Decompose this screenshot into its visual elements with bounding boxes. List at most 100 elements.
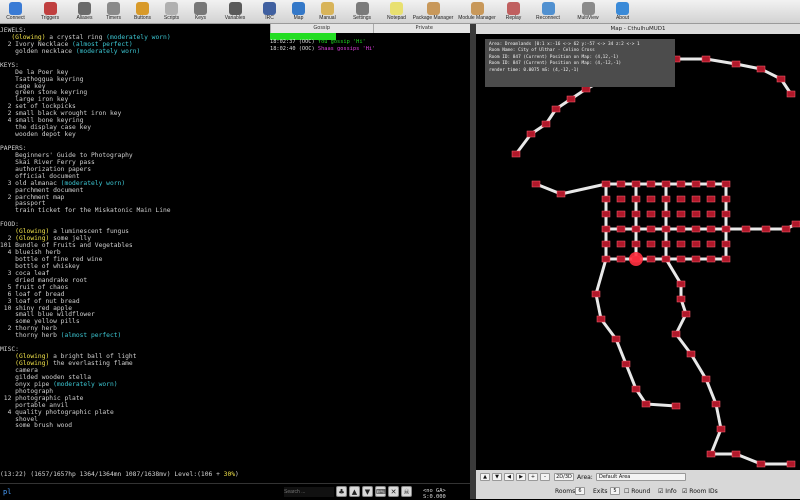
map-room[interactable] — [776, 75, 786, 83]
map-room[interactable] — [616, 255, 626, 263]
map-room[interactable] — [631, 180, 641, 188]
map-room[interactable] — [671, 402, 681, 410]
map-room[interactable] — [551, 105, 561, 113]
toolbar-variables-button[interactable]: Variables — [215, 0, 255, 23]
arrow-down-icon[interactable]: ▼ — [362, 486, 373, 497]
map-room[interactable] — [781, 225, 791, 233]
map-room[interactable] — [601, 180, 611, 188]
map-room[interactable] — [631, 210, 641, 218]
map-room[interactable] — [611, 335, 621, 343]
map-room[interactable] — [631, 225, 641, 233]
toolbar-reconnect-button[interactable]: Reconnect — [528, 0, 568, 23]
map-room[interactable] — [691, 225, 701, 233]
command-input[interactable]: pl — [3, 488, 11, 496]
map-room[interactable] — [721, 240, 731, 248]
map-room[interactable] — [706, 195, 716, 203]
map-room[interactable] — [601, 225, 611, 233]
map-room[interactable] — [616, 180, 626, 188]
map-room[interactable] — [706, 225, 716, 233]
map-room[interactable] — [676, 255, 686, 263]
map-room[interactable] — [786, 460, 796, 468]
map-room[interactable] — [706, 450, 716, 458]
map-room[interactable] — [706, 180, 716, 188]
map-room[interactable] — [616, 195, 626, 203]
keyboard-icon[interactable]: ⌨ — [375, 486, 386, 497]
map-room[interactable] — [721, 255, 731, 263]
map-zoom-out-button[interactable]: – — [540, 473, 550, 481]
map-room[interactable] — [526, 130, 536, 138]
map-room[interactable] — [661, 180, 671, 188]
map-room[interactable] — [676, 295, 686, 303]
map-room[interactable] — [601, 240, 611, 248]
toolbar-about-button[interactable]: About — [608, 0, 637, 23]
search-input[interactable] — [284, 487, 334, 497]
map-room[interactable] — [676, 195, 686, 203]
map-room[interactable] — [646, 180, 656, 188]
map-room[interactable] — [786, 90, 796, 98]
toolbar-buttons-button[interactable]: Buttons — [128, 0, 157, 23]
toolbar-aliases-button[interactable]: Aliases — [70, 0, 99, 23]
toolbar-settings-button[interactable]: Settings — [342, 0, 382, 23]
map-room[interactable] — [621, 360, 631, 368]
map-room[interactable] — [631, 240, 641, 248]
map-room[interactable] — [711, 400, 721, 408]
map-room[interactable] — [601, 255, 611, 263]
map-room[interactable] — [691, 240, 701, 248]
toolbar-package-manager-button[interactable]: Package Manager — [411, 0, 455, 23]
info-checkbox[interactable]: ☑ Info — [658, 488, 677, 495]
toolbar-manual-button[interactable]: Manual — [313, 0, 342, 23]
map-room[interactable] — [756, 65, 766, 73]
map-room[interactable] — [531, 180, 541, 188]
toolbar-irc-button[interactable]: IRC — [255, 0, 284, 23]
map-room[interactable] — [721, 180, 731, 188]
map-room[interactable] — [616, 210, 626, 218]
map-room[interactable] — [556, 190, 566, 198]
map-room[interactable] — [591, 290, 601, 298]
map-room[interactable] — [646, 240, 656, 248]
map-room[interactable] — [731, 450, 741, 458]
map-canvas[interactable] — [476, 34, 800, 484]
skull-icon[interactable]: ☠ — [401, 486, 412, 497]
map-room[interactable] — [721, 195, 731, 203]
map-room[interactable] — [691, 180, 701, 188]
map-room[interactable] — [661, 240, 671, 248]
map-room[interactable] — [691, 195, 701, 203]
map-room[interactable] — [646, 210, 656, 218]
tab-gossip[interactable]: Gossip — [270, 24, 373, 33]
map-room[interactable] — [716, 425, 726, 433]
map-room[interactable] — [676, 225, 686, 233]
toolbar-notepad-button[interactable]: Notepad — [382, 0, 411, 23]
view-mode-toggle[interactable]: 2D/3D — [554, 473, 574, 481]
map-room[interactable] — [661, 255, 671, 263]
close-icon[interactable]: ✕ — [388, 486, 399, 497]
map-room[interactable] — [566, 95, 576, 103]
map-room[interactable] — [706, 210, 716, 218]
toolbar-keys-button[interactable]: Keys — [186, 0, 215, 23]
map-room[interactable] — [646, 195, 656, 203]
map-room[interactable] — [706, 240, 716, 248]
toolbar-replay-button[interactable]: Replay — [499, 0, 528, 23]
map-room[interactable] — [616, 225, 626, 233]
map-room[interactable] — [616, 240, 626, 248]
map-room[interactable] — [631, 385, 641, 393]
map-room[interactable] — [706, 255, 716, 263]
map-nav-left-button[interactable]: ◀ — [504, 473, 514, 481]
map-room[interactable] — [721, 210, 731, 218]
toolbar-scripts-button[interactable]: Scripts — [157, 0, 186, 23]
map-room[interactable] — [661, 225, 671, 233]
map-room[interactable] — [686, 350, 696, 358]
map-room[interactable] — [701, 375, 711, 383]
tree-icon[interactable]: ♣ — [336, 486, 347, 497]
toolbar-timers-button[interactable]: Timers — [99, 0, 128, 23]
map-room[interactable] — [646, 225, 656, 233]
arrow-up-icon[interactable]: ▲ — [349, 486, 360, 497]
map-nav-down-button[interactable]: ▼ — [492, 473, 502, 481]
toolbar-connect-button[interactable]: Connect — [1, 0, 30, 23]
map-room[interactable] — [661, 195, 671, 203]
rooms-spinner[interactable]: 6 — [575, 487, 585, 495]
map-room[interactable] — [676, 280, 686, 288]
map-nav-right-button[interactable]: ▶ — [516, 473, 526, 481]
map-nav-up-button[interactable]: ▲ — [480, 473, 490, 481]
map-room[interactable] — [671, 330, 681, 338]
room-ids-checkbox[interactable]: ☑ Room IDs — [682, 488, 718, 495]
